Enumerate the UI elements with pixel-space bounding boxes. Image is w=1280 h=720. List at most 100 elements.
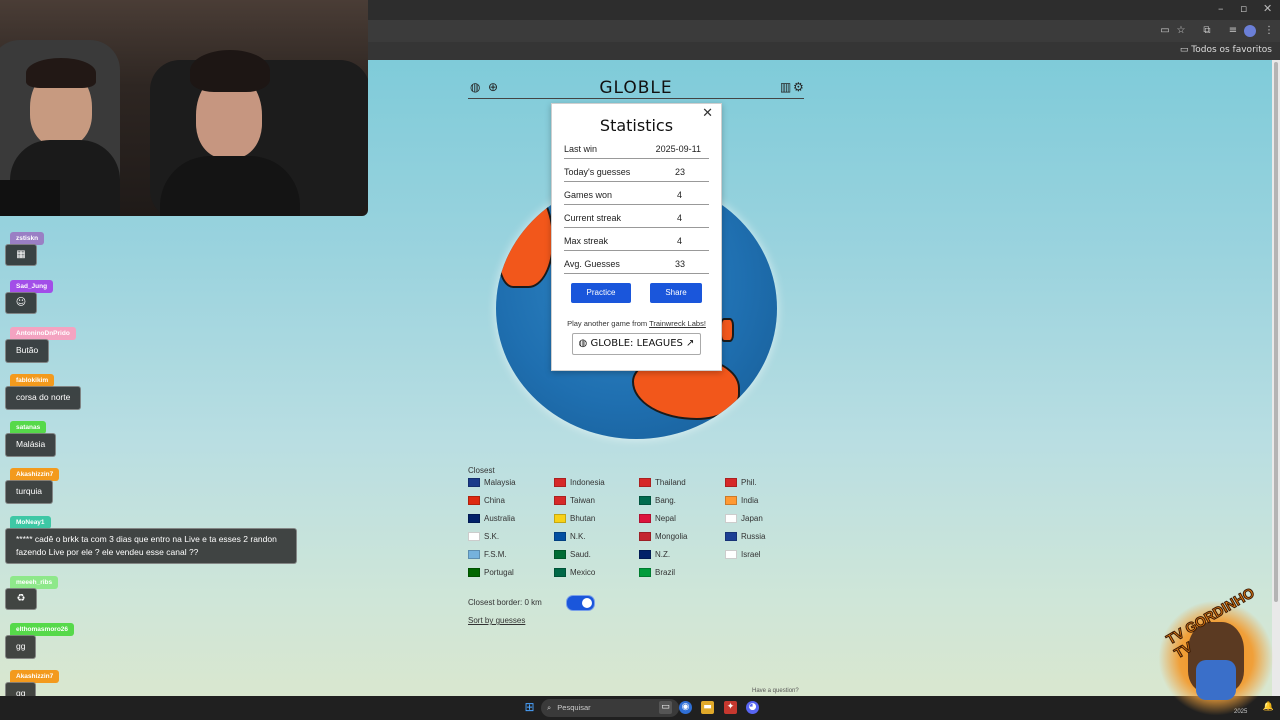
closest-country-item: Malaysia [468,478,516,488]
flag-icon [468,550,480,560]
flag-icon [468,514,480,524]
chat-message: gg [5,635,37,659]
closest-country-item: Taiwan [554,496,595,506]
closest-country-item: Australia [468,514,515,524]
chat-emote-icon: ☺ [5,292,37,314]
maximize-icon[interactable]: ▫ [1240,2,1247,15]
sort-by-guesses-link[interactable]: Sort by guesses [468,616,525,625]
scrollbar-thumb[interactable] [1274,62,1278,602]
chat-message: Butão [5,339,50,363]
flag-icon [554,496,566,506]
closest-country-item: Japan [725,514,763,524]
land-islands [720,318,734,342]
flag-icon [554,568,566,578]
profile-avatar-icon[interactable] [1244,25,1256,37]
flag-icon [725,478,737,488]
stat-row: Max streak 4 [564,234,709,251]
streamer-right-hair [190,50,270,92]
have-a-question-link[interactable]: Have a question? [752,688,799,694]
closest-country-item: Israel [725,550,761,560]
chat-emote-icon: ▦ [5,244,37,266]
channel-logo: TV GORDINHO TV [1158,584,1274,716]
flag-icon [554,550,566,560]
flag-icon [639,478,651,488]
logo-mascot-shirt [1196,660,1236,700]
flag-icon [725,514,737,524]
search-icon: ⌕ [547,703,552,712]
modal-title: Statistics [599,116,674,135]
streamer-left-hair [26,58,96,88]
windows-start-icon[interactable]: ⊞ [523,701,536,714]
stat-row: Current streak 4 [564,211,709,228]
menu-lines-icon[interactable]: ≡ [1226,24,1240,38]
closest-country-item: Russia [725,532,765,542]
closest-border-label: Closest border: 0 km [468,598,542,607]
chrome-icon[interactable]: ◉ [679,701,692,714]
closest-country-item: Portugal [468,568,514,578]
stat-row: Last win 2025-09-11 [564,142,709,159]
closest-label: Closest [468,466,495,475]
bookmark-star-icon[interactable]: ☆ [1174,24,1188,38]
trainwreck-labs-link[interactable]: Trainwreck Labs! [649,319,706,328]
streamer-right-body [160,156,300,216]
discord-icon[interactable]: ◕ [746,701,759,714]
closest-country-item: Bhutan [554,514,595,524]
chat-message: ***** cadê o brkk ta com 3 dias que entr… [5,528,297,564]
microphone [0,180,60,216]
flag-icon [725,496,737,506]
file-explorer-icon[interactable]: ▬ [701,701,714,714]
flag-icon [639,568,651,578]
closest-country-item: Mongolia [639,532,687,542]
flag-icon [468,532,480,542]
closest-country-item: N.K. [554,532,586,542]
globe-logo-icon: ◍ [578,338,591,349]
closest-country-item: Brazil [639,568,675,578]
flag-icon [468,568,480,578]
webcam-overlay [0,0,368,216]
minimize-icon[interactable]: – [1218,2,1224,15]
kebab-menu-icon[interactable]: ⋮ [1262,24,1276,38]
flag-icon [725,532,737,542]
closest-country-item: India [725,496,758,506]
share-button[interactable]: Share [650,283,702,303]
flag-icon [639,514,651,524]
flag-icon [468,496,480,506]
chat-message: corsa do norte [5,386,82,410]
chat-emote-icon: ♻ [5,588,37,610]
extensions-icon[interactable]: ⧉ [1200,24,1214,38]
land-asia [498,184,554,288]
statistics-icon[interactable]: ▥ [780,80,791,94]
closest-country-item: Indonesia [554,478,605,488]
globle-leagues-button[interactable]: ◍ GLOBLE: LEAGUES ↗ [572,333,701,355]
distance-unit-toggle[interactable] [566,595,595,611]
toggle-knob [582,598,592,608]
play-another-text: Play another game from Trainwreck Labs! [567,319,706,328]
closest-country-item: Nepal [639,514,676,524]
flag-icon [554,514,566,524]
chat-message: Malásia [5,433,57,457]
flag-icon [639,550,651,560]
closest-country-item: Mexico [554,568,595,578]
closest-country-item: Saud. [554,550,591,560]
task-view-icon[interactable]: ▭ [659,701,672,714]
closest-country-item: F.S.M. [468,550,507,560]
close-window-icon[interactable]: ✕ [1263,2,1272,15]
closest-country-item: N.Z. [639,550,670,560]
flag-icon [639,532,651,542]
flag-icon [468,478,480,488]
install-icon[interactable]: ▭ [1158,24,1172,38]
statistics-modal: ✕ Statistics Last win 2025-09-11 Today's … [551,103,722,371]
settings-gear-icon[interactable]: ⚙ [793,80,804,94]
app-red-icon[interactable]: ✦ [724,701,737,714]
stat-row: Today's guesses 23 [564,165,709,182]
flag-icon [725,550,737,560]
app-title: GLOBLE [599,78,673,98]
stat-row: Avg. Guesses 33 [564,257,709,274]
flag-icon [554,532,566,542]
closest-country-item: Bang. [639,496,676,506]
practice-button[interactable]: Practice [571,283,631,303]
external-link-icon: ↗ [682,338,695,349]
folder-icon: ▭ [1179,45,1192,55]
all-bookmarks-link[interactable]: ▭ Todos os favoritos [1180,45,1272,55]
closest-country-item: Thailand [639,478,686,488]
